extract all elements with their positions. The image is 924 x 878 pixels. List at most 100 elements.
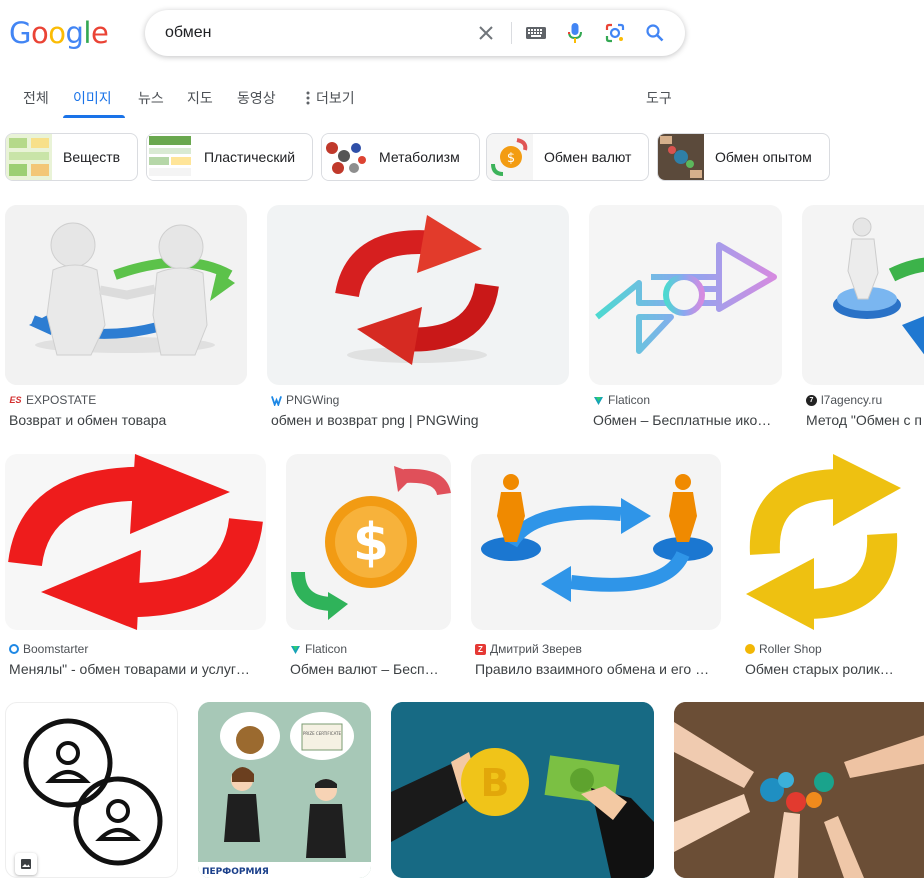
performia-text: ПЕРФОРМИЯ [202, 867, 269, 877]
chip-thumbnail [147, 134, 193, 180]
image-result[interactable] [674, 702, 924, 878]
chip-experience-exchange[interactable]: Обмен опытом [657, 133, 830, 181]
result-image[interactable] [5, 205, 247, 385]
search-icon [646, 24, 664, 42]
result-source: Flaticon [593, 393, 650, 407]
chip-label: Обмен опытом [715, 149, 812, 165]
people-exchange-image [481, 474, 713, 602]
result-source-name: EXPOSTATE [26, 393, 97, 407]
result-title[interactable]: обмен и возврат png | PNGWing [271, 412, 569, 428]
search-input[interactable] [165, 21, 465, 45]
result-source: Boomstarter [9, 642, 88, 656]
image-result[interactable]: B [391, 702, 654, 878]
voice-search-button[interactable] [563, 21, 587, 45]
result-title[interactable]: Возврат и обмен товара [9, 412, 247, 428]
l7agency-favicon: 7 [806, 394, 817, 406]
currency-exchange-image: $ [291, 466, 451, 620]
chip-metabolism[interactable]: Метаболизм [321, 133, 480, 181]
red-circular-arrows-image [8, 454, 263, 630]
result-title[interactable]: Метод "Обмен с п [806, 412, 924, 428]
chip-label: Пластический [204, 149, 296, 165]
yellow-refresh-arrows-image [746, 454, 901, 630]
image-badge-icon [15, 853, 37, 875]
tab-more[interactable]: 더보기 [306, 88, 355, 108]
result-title[interactable]: Обмен – Бесплатные ико… [593, 412, 782, 428]
result-image[interactable] [267, 205, 569, 385]
chip-thumbnail [322, 134, 368, 180]
tab-more-label: 더보기 [316, 90, 355, 106]
tab-all[interactable]: 전체 [23, 88, 49, 108]
result-image[interactable]: $ [286, 454, 451, 630]
result-image[interactable] [5, 702, 178, 878]
result-source-name: Дмитрий Зверев [490, 642, 582, 656]
result-title[interactable]: Менялы" - обмен товарами и услуг… [9, 661, 266, 677]
result-source: Flaticon [290, 642, 347, 656]
image-result[interactable]: Z Дмитрий Зверев Правило взаимного обмен… [471, 454, 721, 684]
boomstarter-favicon [9, 644, 19, 654]
bitcoin-dollar-exchange-image: B [391, 702, 654, 878]
pngwing-favicon [271, 395, 282, 406]
result-title[interactable]: Обмен старых ролик… [745, 661, 906, 677]
expostate-favicon: ES [9, 395, 22, 405]
result-image[interactable] [802, 205, 924, 385]
result-source-name: Boomstarter [23, 642, 89, 656]
image-result[interactable]: 7 l7agency.ru Метод "Обмен с п [802, 205, 924, 435]
search-button[interactable] [643, 21, 667, 45]
result-source-name: PNGWing [286, 393, 340, 407]
result-image[interactable]: B [391, 702, 654, 878]
chip-thumbnail: $ [487, 134, 533, 180]
people-swap-icon-image [23, 718, 163, 866]
result-image[interactable] [674, 702, 924, 878]
logo-letter: e [90, 16, 109, 50]
lens-search-button[interactable] [603, 21, 627, 45]
business-people-exchange-image: PRIZE CERTIFICATE ПЕРФОРМИЯ [198, 702, 371, 878]
handshake-image [5, 205, 247, 385]
chip-thumbnail [658, 134, 704, 180]
hands-gears-image [674, 702, 924, 878]
keyboard-icon [526, 27, 546, 39]
tab-images[interactable]: 이미지 [73, 88, 112, 108]
tools-button[interactable]: 도구 [646, 88, 672, 108]
chip-label: Метаболизм [379, 149, 460, 165]
image-result[interactable]: PNGWing обмен и возврат png | PNGWing [267, 205, 569, 435]
chip-label: Веществ [63, 149, 121, 165]
image-result[interactable]: PRIZE CERTIFICATE ПЕРФОРМИЯ [198, 702, 371, 878]
image-result[interactable]: ES EXPOSTATE Возврат и обмен товара [5, 205, 247, 435]
keyboard-button[interactable] [524, 21, 548, 45]
person-arrows-image [833, 217, 924, 355]
chip-substances[interactable]: Веществ [5, 133, 138, 181]
image-result[interactable] [5, 702, 178, 878]
rollershop-favicon [745, 644, 755, 654]
result-title[interactable]: Обмен валют – Бесп… [290, 661, 451, 677]
result-image[interactable] [741, 454, 906, 630]
image-result[interactable]: Roller Shop Обмен старых ролик… [741, 454, 906, 684]
red-arrows-image [335, 215, 499, 365]
zverev-favicon: Z [475, 643, 486, 655]
result-image[interactable] [589, 205, 782, 385]
google-logo[interactable]: Google [9, 16, 109, 50]
chip-plastic[interactable]: Пластический [146, 133, 313, 181]
result-source: ES EXPOSTATE [9, 393, 96, 407]
chip-currency-exchange[interactable]: $ Обмен валют [486, 133, 649, 181]
search-tabs: 전체 이미지 뉴스 지도 동영상 더보기 도구 [0, 78, 924, 118]
image-result[interactable]: $ Flaticon Обмен валют – Бесп… [286, 454, 451, 684]
tab-videos[interactable]: 동영상 [237, 88, 276, 108]
result-title[interactable]: Правило взаимного обмена и его … [475, 661, 721, 677]
result-source: 7 l7agency.ru [806, 393, 882, 407]
flaticon-favicon [594, 396, 603, 405]
result-source-name: Flaticon [305, 642, 348, 656]
microphone-icon [568, 23, 582, 43]
logo-letter: G [9, 16, 31, 50]
image-result[interactable]: Flaticon Обмен – Бесплатные ико… [589, 205, 782, 435]
tab-maps[interactable]: 지도 [187, 88, 213, 108]
image-result[interactable]: Boomstarter Менялы" - обмен товарами и у… [5, 454, 266, 684]
result-image[interactable] [5, 454, 266, 630]
active-tab-indicator [63, 115, 125, 118]
clear-search-button[interactable] [474, 21, 498, 45]
result-source-name: l7agency.ru [821, 393, 883, 407]
result-image[interactable] [471, 454, 721, 630]
result-source: Z Дмитрий Зверев [475, 642, 582, 656]
tab-news[interactable]: 뉴스 [138, 88, 164, 108]
result-image[interactable]: PRIZE CERTIFICATE ПЕРФОРМИЯ [198, 702, 371, 878]
camera-lens-icon [605, 23, 625, 43]
